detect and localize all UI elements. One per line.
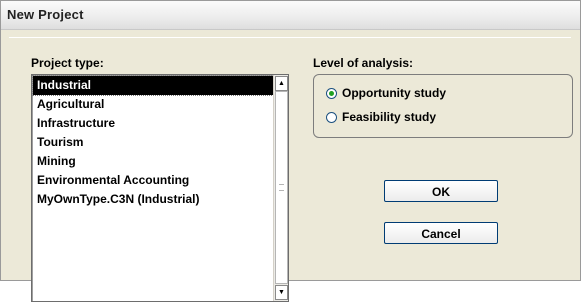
ok-button[interactable]: OK <box>384 180 498 202</box>
radio-unchecked-icon[interactable] <box>326 111 337 123</box>
list-item-mining[interactable]: Mining <box>33 152 273 171</box>
radio-opportunity-study[interactable]: Opportunity study <box>326 85 446 101</box>
level-of-analysis-label: Level of analysis: <box>313 56 414 70</box>
radio-feasibility-study[interactable]: Feasibility study <box>326 109 436 125</box>
radio-label: Feasibility study <box>342 110 437 124</box>
list-item-myowntype[interactable]: MyOwnType.C3N (Industrial) <box>33 190 273 209</box>
list-item-environmental-accounting[interactable]: Environmental Accounting <box>33 171 273 190</box>
list-item-tourism[interactable]: Tourism <box>33 133 273 152</box>
dialog-content: Project type: Industrial Agricultural In… <box>9 37 573 302</box>
project-type-label: Project type: <box>31 56 104 70</box>
radio-checked-icon[interactable] <box>326 87 337 99</box>
radio-label: Opportunity study <box>342 86 446 100</box>
project-type-list: Industrial Agricultural Infrastructure T… <box>32 75 274 209</box>
cancel-button[interactable]: Cancel <box>384 222 498 244</box>
list-item-infrastructure[interactable]: Infrastructure <box>33 114 273 133</box>
title-bar[interactable]: New Project <box>1 1 580 30</box>
scroll-thumb[interactable] <box>275 91 288 284</box>
scroll-down-icon[interactable]: ▼ <box>275 285 288 300</box>
list-item-industrial[interactable]: Industrial <box>32 75 274 96</box>
scroll-grip-icon <box>279 184 284 191</box>
analysis-groupbox: Opportunity study Feasibility study <box>313 74 573 138</box>
new-project-dialog: New Project Project type: Industrial Agr… <box>0 0 581 302</box>
window-title: New Project <box>7 7 84 22</box>
list-scrollbar[interactable]: ▲ ▼ <box>273 75 288 301</box>
project-type-listbox[interactable]: Industrial Agricultural Infrastructure T… <box>31 74 289 302</box>
scroll-up-icon[interactable]: ▲ <box>275 76 288 91</box>
list-item-agricultural[interactable]: Agricultural <box>33 95 273 114</box>
